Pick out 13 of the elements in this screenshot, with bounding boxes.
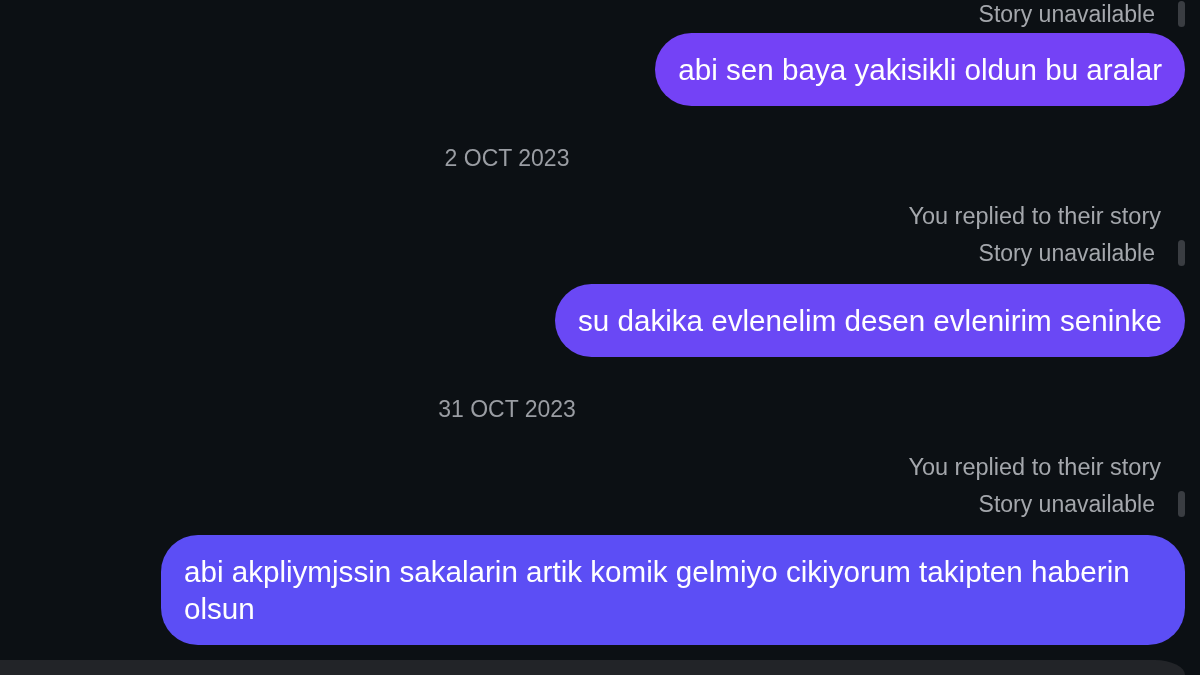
story-reply-note: You replied to their story [908,453,1161,481]
date-separator: 2 OCT 2023 [444,144,570,172]
message-bubble: abi sen baya yakisikli oldun bu aralar [655,33,1185,106]
message-bubble: abi akpliymjssin sakalarin artik komik gelmiyo cikiyorum takipten haberin olsun [161,535,1185,645]
story-status-text: Story unavailable [978,490,1155,518]
story-preview-bar [1178,240,1185,266]
story-reply-note: You replied to their story [908,202,1161,230]
story-status-text: Story unavailable [978,0,1155,28]
story-status-text: Story unavailable [978,239,1155,267]
story-preview-bar [1178,491,1185,517]
date-separator: 31 OCT 2023 [438,395,576,423]
message-bubble: su dakika evlenelim desen evlenirim seninke [555,284,1185,357]
story-preview-bar [1178,1,1185,27]
